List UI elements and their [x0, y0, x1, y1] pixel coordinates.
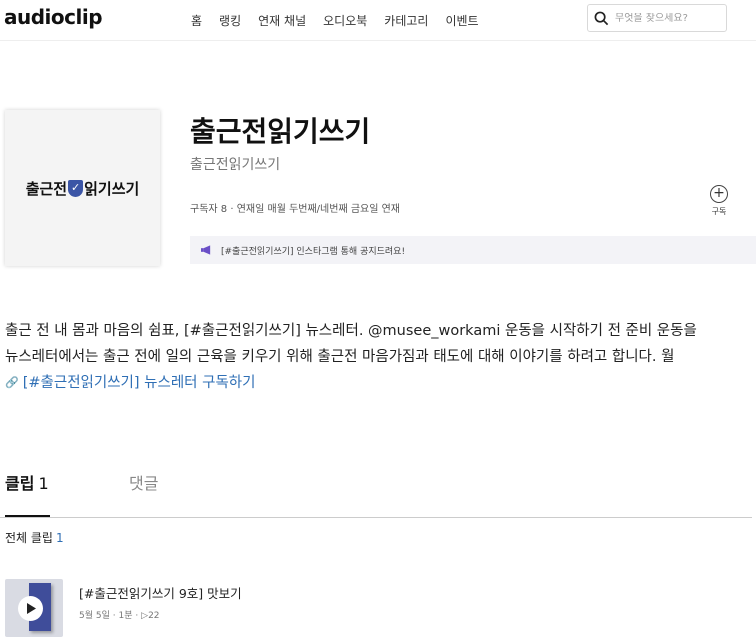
top-header: audioclip 홈 랭킹 연재 채널 오디오북 카테고리 이벤트	[0, 0, 756, 41]
check-badge-icon: ✓	[68, 179, 84, 197]
active-tab-indicator	[5, 515, 50, 517]
play-icon	[26, 603, 36, 614]
notice-banner[interactable]: [#출근전읽기쓰기] 인스타그램 통해 공지드려요!	[190, 236, 756, 264]
nav-category[interactable]: 카테고리	[384, 12, 428, 29]
cover-text-part1: 출근전	[25, 179, 68, 198]
nav-home[interactable]: 홈	[191, 12, 202, 29]
channel-meta: 구독자 8 · 연재일 매월 두번째/네번째 금요일 연재	[190, 200, 400, 215]
newsletter-link[interactable]: 🔗 [#출근전읽기쓰기] 뉴스레터 구독하기	[5, 370, 756, 396]
notice-text: [#출근전읽기쓰기] 인스타그램 통해 공지드려요!	[221, 246, 406, 257]
link-icon: 🔗	[5, 376, 19, 389]
channel-title: 출근전읽기쓰기	[190, 115, 371, 148]
channel-cover-image: 출근전 ✓ 읽기쓰기	[5, 110, 160, 266]
tab-comments[interactable]: 댓글	[129, 470, 158, 494]
channel-description: 출근 전 내 몸과 마음의 쉼표, [#출근전읽기쓰기] 뉴스레터. @muse…	[5, 318, 756, 396]
cover-text-part2: 읽기쓰기	[84, 179, 140, 198]
subscriber-count: 구독자 8	[190, 204, 228, 215]
newsletter-link-text[interactable]: [#출근전읽기쓰기] 뉴스레터 구독하기	[23, 370, 256, 396]
episode-duration: 1분	[118, 611, 133, 621]
meta-dot-1: ·	[112, 611, 116, 621]
cover-logo-text: 출근전 ✓ 읽기쓰기	[25, 178, 140, 199]
all-clips-heading: 전체 클립 1	[5, 529, 64, 546]
description-line-1: 출근 전 내 몸과 마음의 쉼표, [#출근전읽기쓰기] 뉴스레터. @muse…	[5, 323, 697, 339]
subscribe-label: 구독	[711, 207, 727, 216]
meta-dot-2: ·	[135, 611, 139, 621]
search-input[interactable]	[615, 12, 725, 24]
content-tabs: 클립 1 댓글	[0, 462, 752, 518]
episode-meta: 5월 5일 · 1분 · ▷22	[79, 608, 160, 621]
nav-audiobook[interactable]: 오디오북	[323, 12, 367, 29]
schedule-text: 연재일 매월 두번째/네번째 금요일 연재	[236, 204, 401, 215]
all-clips-count: 1	[55, 531, 64, 545]
tab-clips[interactable]: 클립 1	[5, 470, 49, 494]
tab-clips-count: 1	[38, 474, 49, 493]
all-clips-label: 전체 클립	[5, 531, 53, 545]
logo-text-clip: clip	[64, 5, 103, 29]
megaphone-icon	[201, 245, 211, 255]
plus-circle-icon: +	[710, 185, 728, 203]
search-icon[interactable]	[594, 11, 609, 26]
play-button[interactable]	[18, 596, 43, 621]
nav-series-channels[interactable]: 연재 채널	[258, 12, 306, 29]
subscribe-button[interactable]: + 구독	[704, 185, 734, 221]
episode-play-count: 22	[148, 611, 160, 621]
search-box[interactable]	[587, 4, 727, 32]
tab-clips-label: 클립	[5, 474, 35, 493]
nav-event[interactable]: 이벤트	[445, 12, 478, 29]
audioclip-logo[interactable]: audioclip	[4, 5, 103, 29]
meta-separator: ·	[230, 204, 234, 215]
episode-date: 5월 5일	[79, 611, 110, 621]
channel-author[interactable]: 출근전읽기쓰기	[190, 154, 280, 174]
episode-thumbnail[interactable]	[5, 579, 63, 637]
nav-ranking[interactable]: 랭킹	[219, 12, 241, 29]
description-line-2: 뉴스레터에서는 출근 전에 일의 근육을 키우기 위해 출근전 마음가짐과 태도…	[5, 349, 675, 365]
logo-text-audio: audio	[4, 5, 65, 29]
episode-title[interactable]: [#출근전읽기쓰기 9호] 맛보기	[79, 583, 242, 602]
main-nav: 홈 랭킹 연재 채널 오디오북 카테고리 이벤트	[191, 0, 496, 40]
